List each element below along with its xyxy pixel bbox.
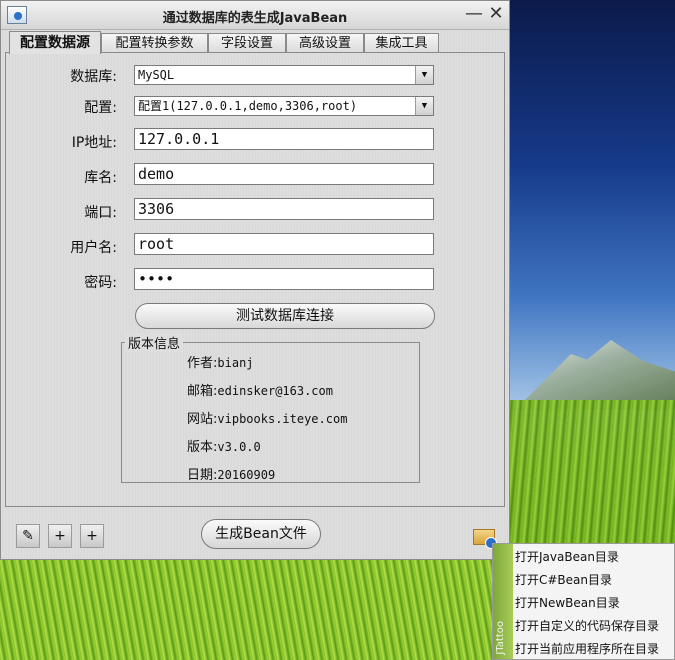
context-menu: JTattoo 打开JavaBean目录 打开C#Bean目录 打开NewBea… bbox=[492, 543, 675, 660]
lib-input[interactable]: demo bbox=[134, 163, 434, 185]
menu-item-open-javabean-dir[interactable]: 打开JavaBean目录 bbox=[515, 546, 673, 568]
menu-item-open-app-dir[interactable]: 打开当前应用程序所在目录 bbox=[515, 638, 673, 660]
version-label: 版本: bbox=[187, 440, 218, 455]
add-blue-icon[interactable]: + bbox=[80, 524, 104, 548]
site-value: vipbooks.iteye.com bbox=[217, 412, 348, 426]
port-label: 端口: bbox=[84, 205, 117, 221]
date-label: 日期: bbox=[187, 468, 218, 483]
menu-side-banner: JTattoo bbox=[493, 544, 513, 659]
config-label: 配置: bbox=[84, 100, 117, 116]
author-row: 作者:bianj bbox=[187, 352, 254, 371]
add-file-icon[interactable]: + bbox=[48, 524, 72, 548]
tab-field-settings[interactable]: 字段设置 bbox=[208, 33, 286, 52]
chevron-down-icon[interactable]: ▼ bbox=[415, 66, 433, 84]
version-value: v3.0.0 bbox=[217, 440, 261, 454]
close-button[interactable]: ✕ bbox=[486, 5, 506, 25]
password-label: 密码: bbox=[84, 275, 117, 291]
test-connection-button[interactable]: 测试数据库连接 bbox=[135, 303, 435, 329]
db-label: 数据库: bbox=[70, 69, 117, 85]
author-label: 作者: bbox=[187, 356, 218, 371]
site-row: 网站:vipbooks.iteye.com bbox=[187, 408, 347, 427]
tab-integration-tools[interactable]: 集成工具 bbox=[364, 33, 439, 52]
email-label: 邮箱: bbox=[187, 384, 218, 399]
config-select-value: 配置1(127.0.0.1,demo,3306,root) bbox=[138, 99, 358, 113]
menu-item-open-csharp-dir[interactable]: 打开C#Bean目录 bbox=[515, 569, 673, 591]
tab-convert-params[interactable]: 配置转换参数 bbox=[101, 33, 208, 52]
lib-label: 库名: bbox=[84, 170, 117, 186]
db-select-value: MySQL bbox=[138, 68, 175, 82]
db-select[interactable]: MySQL ▼ bbox=[134, 65, 434, 85]
menu-item-open-newbean-dir[interactable]: 打开NewBean目录 bbox=[515, 592, 673, 614]
config-select[interactable]: 配置1(127.0.0.1,demo,3306,root) ▼ bbox=[134, 96, 434, 116]
author-value: bianj bbox=[217, 356, 254, 370]
email-row: 邮箱:edinsker@163.com bbox=[187, 380, 333, 399]
window-title: 通过数据库的表生成JavaBean bbox=[162, 11, 348, 26]
email-value: edinsker@163.com bbox=[217, 384, 333, 398]
title-bar[interactable]: 通过数据库的表生成JavaBean — ✕ bbox=[1, 1, 509, 30]
version-row: 版本:v3.0.0 bbox=[187, 436, 261, 455]
date-row: 日期:20160909 bbox=[187, 464, 275, 483]
site-label: 网站: bbox=[187, 412, 218, 427]
date-value: 20160909 bbox=[217, 468, 276, 482]
menu-side-label: JTattoo bbox=[495, 621, 506, 655]
magic-wand-icon[interactable]: ✎ bbox=[16, 524, 40, 548]
app-window: 通过数据库的表生成JavaBean — ✕ 配置数据源 配置转换参数 字段设置 … bbox=[0, 0, 510, 560]
ip-label: IP地址: bbox=[71, 135, 117, 151]
port-input[interactable]: 3306 bbox=[134, 198, 434, 220]
chevron-down-icon[interactable]: ▼ bbox=[415, 97, 433, 115]
ip-input[interactable]: 127.0.0.1 bbox=[134, 128, 434, 150]
user-input[interactable]: root bbox=[134, 233, 434, 255]
generate-bean-button[interactable]: 生成Bean文件 bbox=[201, 519, 321, 549]
version-info-title: 版本信息 bbox=[125, 333, 184, 352]
minimize-button[interactable]: — bbox=[464, 5, 484, 25]
tab-data-source[interactable]: 配置数据源 bbox=[9, 31, 101, 54]
user-label: 用户名: bbox=[70, 240, 117, 256]
password-input[interactable]: •••• bbox=[134, 268, 434, 290]
tab-advanced-settings[interactable]: 高级设置 bbox=[286, 33, 364, 52]
menu-item-open-custom-dir[interactable]: 打开自定义的代码保存目录 bbox=[515, 615, 673, 637]
